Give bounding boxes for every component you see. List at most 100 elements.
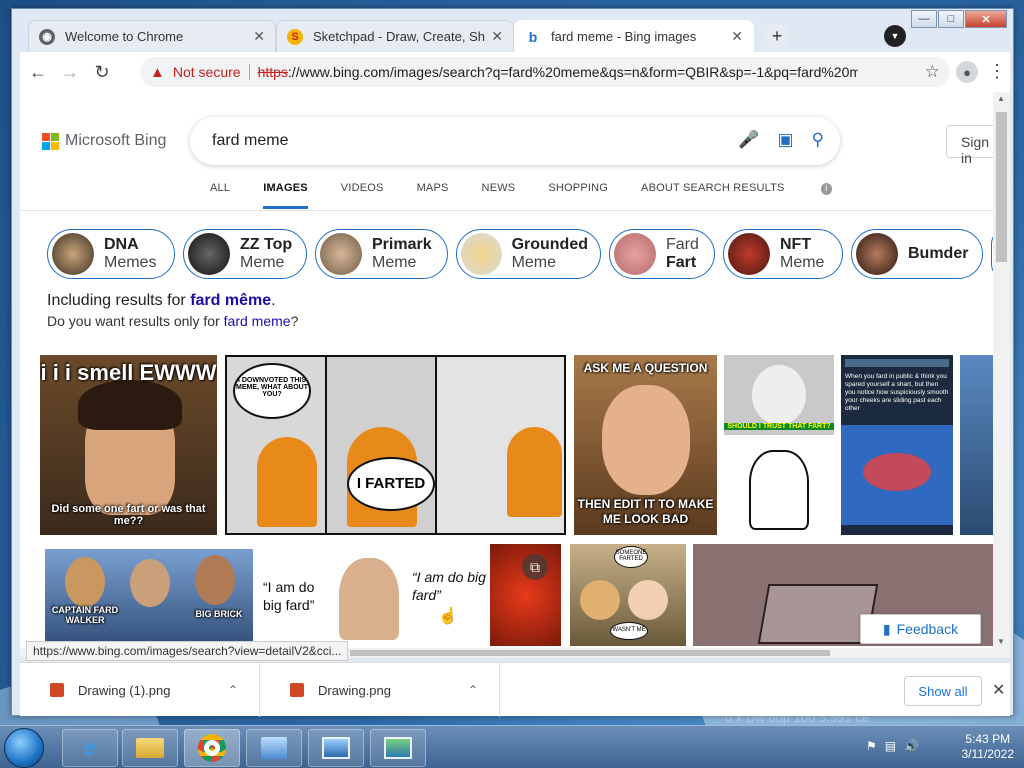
nav-all[interactable]: ALL <box>210 182 230 209</box>
status-bar-url: https://www.bing.com/images/search?view=… <box>26 641 349 661</box>
nav-images[interactable]: IMAGES <box>263 182 308 209</box>
clock[interactable]: 5:43 PM 3/11/2022 <box>962 732 1015 762</box>
close-icon[interactable]: ✕ <box>491 28 503 45</box>
show-all-button[interactable]: Show all <box>904 676 982 706</box>
result-image-tweet[interactable]: When you fard in public & think you spar… <box>841 355 953 535</box>
sign-in-button[interactable]: Sign in <box>946 125 993 166</box>
scroll-thumb[interactable] <box>996 112 1007 262</box>
clock-time: 5:43 PM <box>965 732 1011 746</box>
chip-bumder[interactable]: Bumder <box>851 229 983 279</box>
forward-button[interactable]: → <box>56 58 84 86</box>
volume-icon[interactable]: 🔊 <box>904 739 919 753</box>
chip-zz-top-meme[interactable]: ZZ Top Meme <box>183 229 307 279</box>
chrome-icon <box>198 734 226 762</box>
bookmark-star-icon[interactable]: ☆ <box>925 62 940 82</box>
start-button[interactable] <box>4 728 44 768</box>
profile-icon[interactable]: ● <box>956 61 978 83</box>
tab-title: Welcome to Chrome <box>65 29 184 44</box>
system-tray: ⚑ ▤ 🔊 <box>866 739 919 753</box>
result-image-doge[interactable]: SOMEONE FARTED WASN'T ME <box>570 544 686 646</box>
feedback-label: Feedback <box>896 621 959 637</box>
network-icon[interactable]: ▤ <box>885 739 896 753</box>
including-results: Including results for fard même. <box>47 292 276 309</box>
result-image-prison[interactable]: I DOWNVOTED THIS MEME, WHAT ABOUT YOU? I… <box>225 355 566 535</box>
vertical-scrollbar[interactable]: ▲ ▼ <box>993 92 1010 648</box>
taskbar-explorer[interactable] <box>122 729 178 767</box>
nav-maps[interactable]: MAPS <box>417 182 449 209</box>
close-icon[interactable]: ✕ <box>253 28 265 45</box>
chip-grounded-meme[interactable]: Grounded Meme <box>456 229 601 279</box>
result-image-fast-furious[interactable]: CAPTAIN FARD WALKER BIG BRICK <box>45 549 253 646</box>
taskbar-control-panel[interactable] <box>246 729 302 767</box>
tab-title: fard meme - Bing images <box>551 29 697 44</box>
reload-button[interactable]: ↻ <box>88 58 116 86</box>
chip-label: Fard <box>666 236 699 253</box>
chip-thumbnail <box>461 233 502 275</box>
chip-primark-meme[interactable]: Primark Meme <box>315 229 448 279</box>
including-term-link[interactable]: fard même <box>190 292 271 309</box>
tab-search-button[interactable]: ▼ <box>884 25 906 47</box>
new-tab-button[interactable]: + <box>765 24 789 48</box>
tweet-text: When you fard in public & think you spar… <box>845 373 949 412</box>
dym-prefix: Do you want results only for <box>47 313 220 329</box>
microsoft-logo-icon <box>42 132 59 150</box>
chip-fard-fart[interactable]: Fard Fart <box>609 229 715 279</box>
nav-about-results[interactable]: ABOUT SEARCH RESULTS i <box>641 182 865 209</box>
tab-strip: ◉ Welcome to Chrome ✕ S Sketchpad - Draw… <box>20 20 1010 52</box>
related-searches: DNA Memes ZZ Top Meme Primark Meme Grounded… <box>47 229 993 281</box>
address-bar[interactable]: ▲ Not secure https ://www.bing.com/image… <box>140 57 950 87</box>
chip-sublabel: Memes <box>104 254 157 271</box>
flag-icon[interactable]: ⚑ <box>866 739 877 753</box>
chip-thumbnail <box>856 233 898 275</box>
microphone-icon[interactable]: 🎤 <box>738 130 759 150</box>
result-image-jake[interactable]: ASK ME A QUESTION THEN EDIT IT TO MAKE M… <box>574 355 717 535</box>
close-icon[interactable]: ✕ <box>731 28 743 45</box>
visual-search-icon[interactable]: ▣ <box>777 130 793 150</box>
search-query: fard meme <box>212 132 289 149</box>
nav-news[interactable]: NEWS <box>482 182 516 209</box>
tab-welcome[interactable]: ◉ Welcome to Chrome ✕ <box>28 20 276 52</box>
result-image-shapiro-2[interactable]: “I am do big fard” ⧉ ☝ <box>410 544 561 646</box>
chevron-up-icon[interactable]: ⌃ <box>228 683 238 697</box>
chip-label: NFT <box>780 236 812 253</box>
taskbar-chrome[interactable] <box>184 729 240 767</box>
taskbar-photo-viewer[interactable] <box>308 729 364 767</box>
chip-thumbnail <box>188 233 230 275</box>
dym-link[interactable]: fard meme <box>224 313 291 329</box>
result-image-shapiro-1[interactable]: “I am do big fard” <box>261 544 403 646</box>
add-to-collection-icon[interactable]: ⧉ <box>522 554 548 580</box>
nav-videos[interactable]: VIDEOS <box>341 182 384 209</box>
taskbar-ie[interactable]: e <box>62 729 118 767</box>
download-item[interactable]: Drawing.png ⌃ <box>260 663 500 717</box>
search-input[interactable]: fard meme 🎤 ▣ ⚲ <box>190 117 840 165</box>
scroll-up-icon[interactable]: ▲ <box>997 94 1005 103</box>
result-image-baby[interactable]: SHOULD I TRUST THAT FART? <box>724 355 834 535</box>
taskbar-remote-desktop[interactable] <box>370 729 426 767</box>
feedback-button[interactable]: ▮ Feedback <box>860 614 981 644</box>
chip-sublabel: Meme <box>511 254 557 271</box>
chip-label: Primark <box>372 236 432 253</box>
result-image-keanu[interactable]: i i i smell EWWW Did some one fart or wa… <box>40 355 217 535</box>
download-item[interactable]: Drawing (1).png ⌃ <box>20 663 260 717</box>
tab-sketchpad[interactable]: S Sketchpad - Draw, Create, Share! ✕ <box>276 20 514 52</box>
result-image-partial[interactable] <box>960 355 993 535</box>
meme-caption: SHOULD I TRUST THAT FART? <box>724 423 834 430</box>
chip-nft-meme[interactable]: NFT Meme <box>723 229 843 279</box>
bing-logo[interactable]: Microsoft Bing <box>42 132 166 150</box>
taskbar: e ⚑ ▤ 🔊 5:43 PM 3/11/2022 <box>0 725 1024 768</box>
nav-shopping[interactable]: SHOPPING <box>548 182 608 209</box>
scroll-thumb[interactable] <box>350 650 830 656</box>
including-prefix: Including results for <box>47 292 186 309</box>
close-icon[interactable]: ✕ <box>992 680 1005 700</box>
sketchpad-icon: S <box>287 28 303 45</box>
chip-thumbnail <box>52 233 94 275</box>
more-menu-icon[interactable]: ⋮ <box>988 61 1006 82</box>
tab-bing-images[interactable]: b fard meme - Bing images ✕ <box>514 20 754 52</box>
search-icon[interactable]: ⚲ <box>812 130 824 150</box>
back-button[interactable]: ← <box>24 58 52 86</box>
scroll-down-icon[interactable]: ▼ <box>997 637 1005 646</box>
chevron-up-icon[interactable]: ⌃ <box>468 683 478 697</box>
dym-suffix: ? <box>290 313 299 329</box>
chip-dna-memes[interactable]: DNA Memes <box>47 229 175 279</box>
chrome-globe-icon: ◉ <box>39 28 55 45</box>
